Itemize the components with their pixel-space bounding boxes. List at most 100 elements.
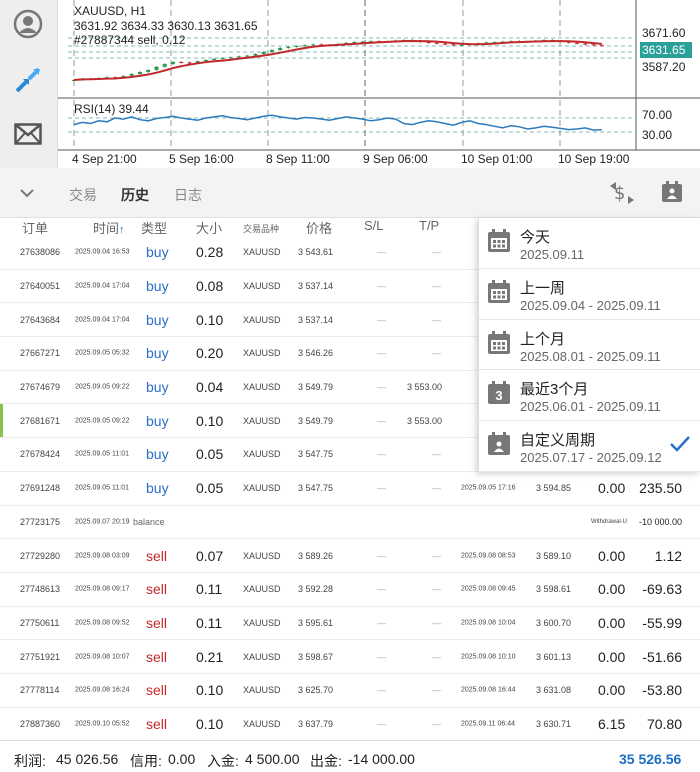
period-option[interactable]: 上个月 2025.08.01 - 2025.09.11 bbox=[479, 320, 700, 371]
period-option[interactable]: 上一周 2025.09.04 - 2025.09.11 bbox=[479, 269, 700, 320]
cell-sl: — bbox=[377, 449, 386, 460]
cell-sl: — bbox=[377, 382, 386, 393]
cell-price: 3 592.28 bbox=[298, 584, 334, 595]
price-level-low: 3587.20 bbox=[642, 60, 686, 74]
cell-symbol: XAUUSD bbox=[243, 718, 281, 729]
cell-swap: 6.15 bbox=[598, 715, 626, 732]
rsi-label: RSI(14) 39.44 bbox=[74, 102, 149, 116]
cell-time: 2025.09.08 16:24 bbox=[75, 686, 130, 694]
cell-close-time: 2025.09.08 10:04 bbox=[461, 619, 516, 627]
cell-price: 3 547.75 bbox=[298, 449, 334, 460]
table-row[interactable]: 27778114 2025.09.08 16:24 sell 0.10 XAUUSD 3 … bbox=[0, 674, 700, 708]
table-row[interactable]: 27750611 2025.09.08 09:52 sell 0.11 XAUUSD 3 … bbox=[0, 607, 700, 641]
tab-trade[interactable]: 交易 bbox=[69, 185, 97, 205]
calendar-icon bbox=[488, 229, 510, 252]
table-row[interactable]: 27887360 2025.09.10 05:52 sell 0.10 XAUUSD 3 … bbox=[0, 708, 700, 742]
cell-price: 3 537.14 bbox=[298, 281, 334, 292]
tab-journal[interactable]: 日志 bbox=[174, 185, 202, 205]
table-row[interactable]: 27751921 2025.09.08 10:07 sell 0.21 XAUUSD 3 … bbox=[0, 640, 700, 674]
cell-swap: 0.00 bbox=[598, 581, 626, 598]
price-chart[interactable]: XAUUSD, H1 3631.92 3634.33 3630.13 3631.… bbox=[58, 0, 700, 168]
time-label: 5 Sep 16:00 bbox=[169, 152, 234, 166]
cell-symbol: XAUUSD bbox=[243, 247, 281, 258]
cell-tp: — bbox=[432, 247, 441, 258]
table-row[interactable]: 27748613 2025.09.08 09:17 sell 0.11 XAUUSD 3 … bbox=[0, 573, 700, 607]
period-option-dates: 2025.09.11 bbox=[520, 247, 585, 262]
period-option[interactable]: 今天 2025.09.11 bbox=[479, 218, 700, 269]
price-level-high: 3671.60 bbox=[642, 26, 686, 40]
chevron-down-icon[interactable] bbox=[18, 184, 36, 207]
cell-symbol: XAUUSD bbox=[243, 382, 281, 393]
cell-close-price: 3 598.61 bbox=[536, 584, 572, 595]
calendar-icon[interactable] bbox=[660, 180, 684, 209]
table-row[interactable]: 27691248 2025.09.05 11:01 buy 0.05 XAUUSD 3 5… bbox=[0, 472, 700, 506]
header-tp[interactable]: T/P bbox=[419, 218, 439, 233]
time-label: 9 Sep 06:00 bbox=[363, 152, 428, 166]
cell-symbol: XAUUSD bbox=[243, 685, 281, 696]
cell-order: 27691248 bbox=[20, 483, 61, 494]
history-toolbar: 交易 历史 日志 $ bbox=[0, 168, 700, 218]
cell-order: 27748613 bbox=[20, 584, 61, 595]
sort-up-icon: ↑ bbox=[119, 224, 125, 236]
cell-close-price: 3 631.08 bbox=[536, 685, 572, 696]
cell-sl: — bbox=[377, 651, 386, 662]
cell-close-time: 2025.09.08 08:53 bbox=[461, 552, 516, 560]
cell-type: sell bbox=[146, 715, 168, 732]
mail-icon[interactable] bbox=[12, 118, 44, 150]
cell-size: 0.28 bbox=[196, 244, 224, 261]
cell-time: 2025.09.08 03:09 bbox=[75, 552, 130, 560]
cell-type: buy bbox=[146, 244, 169, 261]
header-symbol[interactable]: 交易品种 bbox=[243, 222, 279, 235]
cell-type: buy bbox=[146, 412, 169, 429]
cell-size: 0.07 bbox=[196, 547, 224, 564]
table-row[interactable]: 27723175 2025.09.07 20:19 balance Withdrawa… bbox=[0, 506, 700, 540]
period-option[interactable]: 3 最近3个月 2025.06.01 - 2025.09.11 bbox=[479, 370, 700, 422]
account-icon[interactable] bbox=[12, 8, 44, 40]
currency-sort-icon[interactable]: $ bbox=[608, 180, 636, 211]
header-order[interactable]: 订单 bbox=[22, 218, 48, 237]
cell-profit: -10 000.00 bbox=[638, 516, 682, 527]
profit-label: 利润: bbox=[14, 753, 46, 769]
table-row[interactable]: 27729280 2025.09.08 03:09 sell 0.07 XAUUSD 3 … bbox=[0, 539, 700, 573]
cell-close-price: 3 630.71 bbox=[536, 718, 572, 729]
period-option-dates: 2025.08.01 - 2025.09.11 bbox=[520, 348, 661, 364]
header-size[interactable]: 大小 bbox=[196, 218, 222, 237]
cell-time: 2025.09.04 17:04 bbox=[75, 316, 130, 324]
cell-time: 2025.09.05 09:22 bbox=[75, 417, 130, 425]
cell-type: sell bbox=[146, 547, 168, 564]
time-label: 10 Sep 19:00 bbox=[558, 152, 630, 166]
header-time[interactable]: 时间↑ bbox=[93, 218, 125, 237]
cell-sl: — bbox=[377, 718, 386, 729]
cell-size: 0.08 bbox=[196, 278, 224, 295]
cell-order: 27729280 bbox=[20, 550, 61, 561]
trade-arrows-icon[interactable] bbox=[12, 64, 44, 96]
period-option-title: 今天 bbox=[520, 229, 551, 246]
cell-time: 2025.09.05 09:22 bbox=[75, 383, 130, 391]
withdraw-value: -14 000.00 bbox=[348, 751, 415, 767]
cell-symbol: XAUUSD bbox=[243, 651, 281, 662]
period-option-title: 上一周 bbox=[520, 279, 566, 297]
cell-price: 3 589.26 bbox=[298, 550, 334, 561]
cell-price: 3 625.70 bbox=[298, 685, 334, 696]
deposit-value: 4 500.00 bbox=[245, 751, 300, 767]
cell-sl: — bbox=[377, 314, 386, 325]
cell-order: 27778114 bbox=[20, 685, 60, 696]
header-price[interactable]: 价格 bbox=[306, 218, 332, 237]
period-option[interactable]: 自定义周期 2025.07.17 - 2025.09.12 bbox=[479, 421, 700, 472]
cell-profit: -55.99 bbox=[642, 614, 682, 631]
calendar-icon bbox=[488, 432, 510, 456]
header-sl[interactable]: S/L bbox=[364, 218, 384, 233]
cell-size: 0.10 bbox=[196, 715, 224, 732]
cell-symbol: XAUUSD bbox=[243, 584, 281, 595]
calendar-badge: 3 bbox=[495, 387, 503, 403]
profit-value: 45 026.56 bbox=[56, 751, 119, 767]
header-time-label: 时间 bbox=[93, 221, 120, 236]
cell-sl: — bbox=[377, 281, 386, 292]
tab-history[interactable]: 历史 bbox=[121, 185, 149, 205]
header-type[interactable]: 类型 bbox=[141, 218, 167, 237]
period-option-dates: 2025.06.01 - 2025.09.11 bbox=[520, 399, 661, 415]
cell-sl: — bbox=[377, 415, 386, 426]
period-option-title: 最近3个月 bbox=[520, 381, 589, 399]
chart-ohlc: 3631.92 3634.33 3630.13 3631.65 bbox=[74, 19, 258, 33]
cell-order: 27751921 bbox=[20, 651, 61, 662]
